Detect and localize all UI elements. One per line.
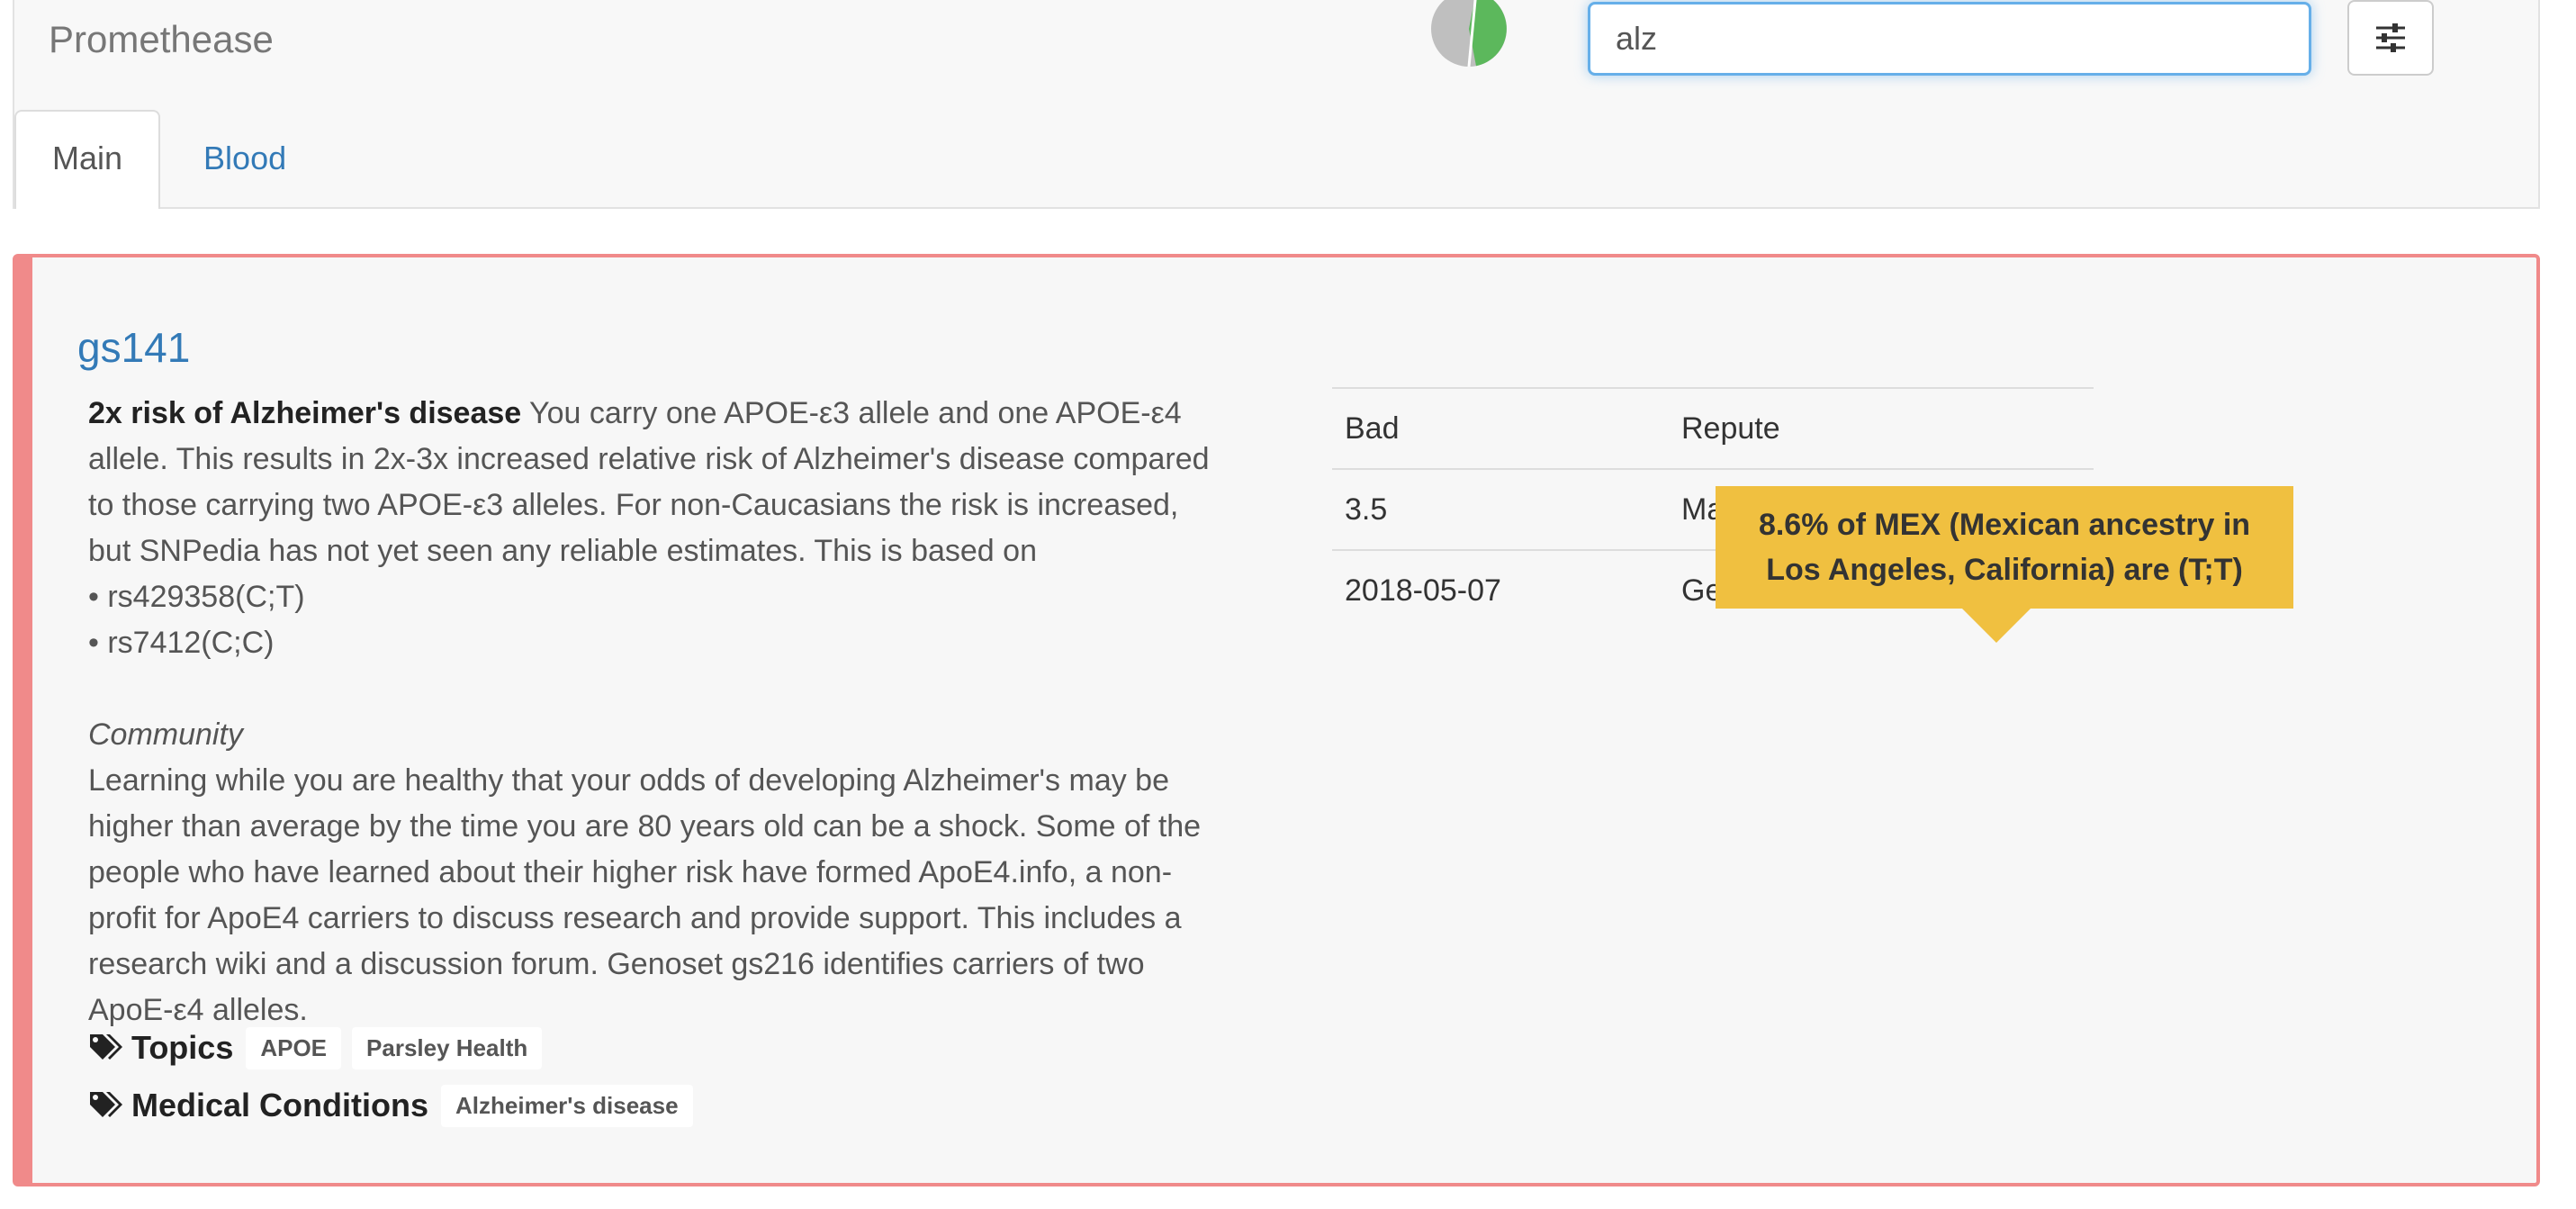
topics-label: Topics xyxy=(131,1029,234,1066)
genoset-panel: gs141 2x risk of Alzheimer's disease You… xyxy=(13,254,2540,1186)
community-text: Learning while you are healthy that your… xyxy=(88,763,1169,798)
community-text: research wiki and a discussion forum. Ge… xyxy=(88,947,1145,981)
settings-button[interactable] xyxy=(2347,0,2434,76)
genoset-title-link[interactable]: gs141 xyxy=(77,322,190,373)
population-frequency-tooltip: 8.6% of MEX (Mexican ancestry in Los Ang… xyxy=(1716,486,2293,609)
community-text: profit for ApoE4 carriers to discuss res… xyxy=(88,901,1182,935)
condition-tag[interactable]: Alzheimer's disease xyxy=(441,1084,693,1127)
repute-value: Bad xyxy=(1332,387,1669,469)
tags-icon xyxy=(90,1092,122,1117)
conditions-label: Medical Conditions xyxy=(131,1087,429,1123)
community-heading: Community xyxy=(88,717,243,752)
community-text: higher than average by the time you are … xyxy=(88,809,1202,844)
genome-pie-icon xyxy=(1431,0,1507,68)
tab-main[interactable]: Main xyxy=(14,110,161,209)
magnitude-value: 3.5 xyxy=(1332,468,1669,550)
tooltip-line: 8.6% of MEX (Mexican ancestry in xyxy=(1758,508,2251,542)
topics-row: Topics APOE Parsley Health Medical Condi… xyxy=(88,1019,1348,1134)
tab-blood[interactable]: Blood xyxy=(166,110,324,209)
tooltip-line: Los Angeles, California) are (T;T) xyxy=(1766,553,2243,587)
summary-text: allele. This results in 2x-3x increased … xyxy=(88,442,1210,476)
top-navbar: Promethease Main Blood xyxy=(13,0,2540,209)
genoset-summary: 2x risk of Alzheimer's disease You carry… xyxy=(88,391,1276,1033)
geno-modified-value: 2018-05-07 xyxy=(1332,549,1669,630)
summary-text: to those carrying two APOE-ε3 alleles. F… xyxy=(88,488,1179,522)
summary-text: but SNPedia has not yet seen any reliabl… xyxy=(88,534,1037,568)
topic-tag[interactable]: APOE xyxy=(246,1026,342,1069)
summary-text: You carry one APOE-ε3 allele and one APO… xyxy=(529,396,1182,430)
summary-headline: 2x risk of Alzheimer's disease xyxy=(88,396,522,430)
search-input[interactable] xyxy=(1588,2,2311,76)
brand-title[interactable]: Promethease xyxy=(49,14,274,65)
snp-bullet[interactable]: • rs7412(C;C) xyxy=(88,620,1276,666)
tab-bar: Main Blood xyxy=(14,110,2538,209)
tags-icon xyxy=(90,1034,122,1060)
tooltip-arrow xyxy=(1962,609,2031,643)
sliders-icon xyxy=(2376,23,2405,52)
community-text: people who have learned about their high… xyxy=(88,855,1173,889)
table-row: Bad Repute xyxy=(1332,387,2094,469)
topic-tag[interactable]: Parsley Health xyxy=(352,1026,543,1069)
snp-bullet[interactable]: • rs429358(C;T) xyxy=(88,574,1276,620)
repute-label: Repute xyxy=(1669,387,2094,469)
